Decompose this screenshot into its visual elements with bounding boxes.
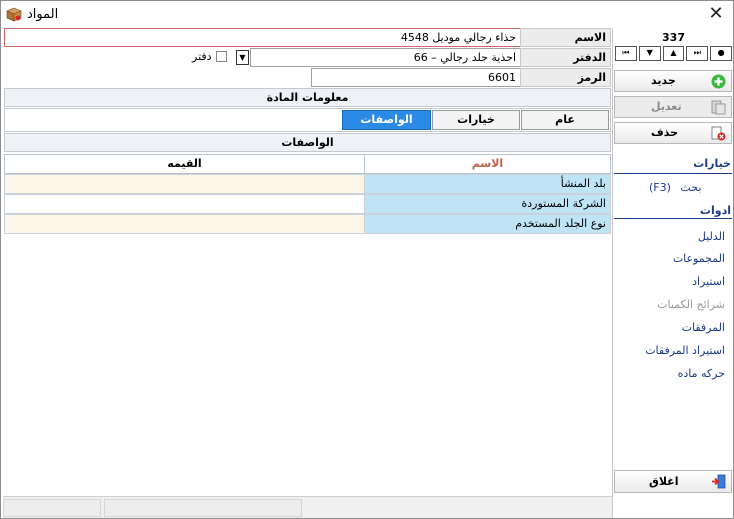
book-checkbox[interactable] bbox=[216, 51, 227, 62]
close-button-label: اغلاق bbox=[649, 475, 679, 488]
new-button-label: جديد bbox=[651, 74, 676, 87]
options-section-title: خيارات bbox=[693, 157, 731, 170]
delete-button[interactable]: حذف bbox=[614, 122, 732, 144]
current-record-icon[interactable]: ● bbox=[710, 46, 732, 61]
tools-section-divider bbox=[614, 218, 732, 219]
record-counter: 337 bbox=[662, 31, 685, 44]
descriptors-header: الواصفات bbox=[4, 133, 611, 152]
delete-button-label: حذف bbox=[651, 126, 679, 139]
book-checkbox-label: دفتر bbox=[192, 50, 212, 63]
previous-record-icon[interactable]: ▲ bbox=[662, 46, 685, 61]
exit-door-icon bbox=[712, 474, 726, 489]
grid-cell-value[interactable] bbox=[4, 174, 365, 194]
title-bar: المواد ✕ bbox=[1, 1, 733, 28]
code-label: الرمز bbox=[520, 68, 611, 87]
import-link[interactable]: استيراد bbox=[692, 275, 725, 288]
groups-link[interactable]: المجموعات bbox=[673, 252, 725, 265]
name-field[interactable]: حذاء رجالي موديل 4548 bbox=[4, 28, 521, 47]
edit-document-icon bbox=[711, 100, 726, 115]
item-movement-link[interactable]: حركه ماده bbox=[678, 367, 725, 380]
tab-strip: عام خيارات الواصفات bbox=[342, 110, 610, 130]
search-link[interactable]: (F3) بحث bbox=[649, 181, 701, 194]
plus-icon bbox=[711, 74, 726, 89]
options-section-divider bbox=[614, 173, 732, 174]
status-bar bbox=[3, 496, 612, 518]
attachments-link[interactable]: المرفقات bbox=[682, 321, 725, 334]
record-navigation: ⏮ ▼ ▲ ⏭ ● bbox=[615, 46, 732, 61]
search-shortcut: (F3) bbox=[649, 181, 671, 194]
close-window-icon[interactable]: ✕ bbox=[704, 4, 728, 26]
app-box-icon bbox=[6, 7, 22, 22]
grid-header-name[interactable]: الاسم bbox=[364, 154, 611, 174]
tab-options[interactable]: خيارات bbox=[432, 110, 520, 130]
status-segment bbox=[104, 499, 302, 517]
book-select[interactable]: 66 – احذية جلد رجالي bbox=[250, 48, 521, 67]
grid-header-value[interactable]: القيمه bbox=[4, 154, 365, 174]
items-window: المواد ✕ حذاء رجالي موديل 4548 الاسم دفت… bbox=[0, 0, 734, 519]
book-label: الدفتر bbox=[520, 48, 611, 67]
item-info-header: معلومات المادة bbox=[4, 88, 611, 107]
edit-button-label: تعديل bbox=[651, 100, 682, 113]
edit-button[interactable]: تعديل bbox=[614, 96, 732, 118]
name-label: الاسم bbox=[520, 28, 611, 47]
grid-cell-name[interactable]: الشركة المستوردة bbox=[364, 194, 611, 214]
grid-cell-value[interactable] bbox=[4, 194, 365, 214]
grid-cell-value[interactable] bbox=[4, 214, 365, 234]
import-attachments-link[interactable]: استيراد المرفقات bbox=[645, 344, 725, 357]
quantity-tiers-link[interactable]: شرائح الكميات bbox=[657, 298, 725, 311]
tab-general[interactable]: عام bbox=[521, 110, 609, 130]
grid-cell-name[interactable]: نوع الجلد المستخدم bbox=[364, 214, 611, 234]
tab-descriptors[interactable]: الواصفات bbox=[342, 110, 431, 130]
new-button[interactable]: جديد bbox=[614, 70, 732, 92]
close-button[interactable]: اغلاق bbox=[614, 470, 732, 493]
code-field[interactable]: 6601 bbox=[311, 68, 521, 87]
tools-section-title: ادوات bbox=[699, 204, 731, 217]
window-title: المواد bbox=[27, 7, 59, 22]
search-label: بحث bbox=[680, 181, 702, 194]
next-record-icon[interactable]: ▼ bbox=[638, 46, 661, 61]
directory-link[interactable]: الدليل bbox=[698, 230, 725, 243]
last-record-icon[interactable]: ⏭ bbox=[686, 46, 709, 61]
status-segment bbox=[3, 499, 101, 517]
grid-cell-name[interactable]: بلد المنشأ bbox=[364, 174, 611, 194]
first-record-icon[interactable]: ⏮ bbox=[615, 46, 637, 61]
delete-document-icon bbox=[711, 126, 726, 141]
right-sidebar: 337 ⏮ ▼ ▲ ⏭ ● جديد تعديل حذف خيارات (F3)… bbox=[612, 28, 733, 518]
book-dropdown-arrow-icon[interactable]: ▼ bbox=[236, 50, 249, 65]
